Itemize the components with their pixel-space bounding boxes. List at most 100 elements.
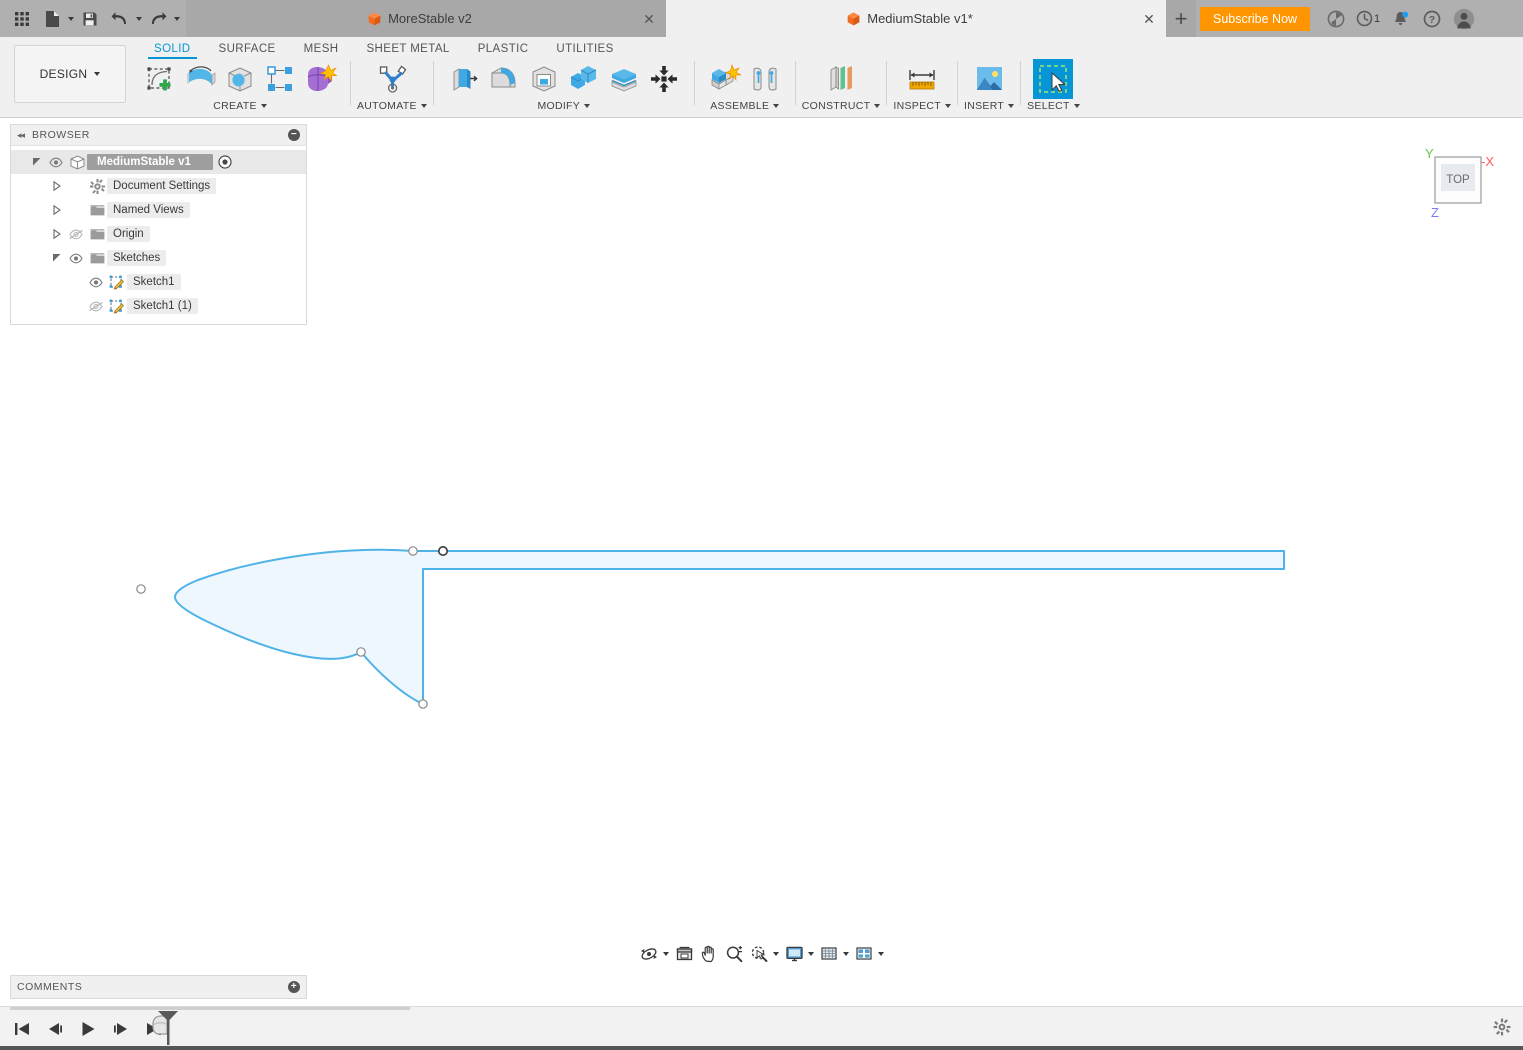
panel-automate-label[interactable]: AUTOMATE: [357, 100, 427, 112]
document-tab-mediumstable[interactable]: MediumStable v1* ✕: [666, 0, 1166, 37]
sketch-point-upper-b[interactable]: [437, 545, 448, 556]
joint-icon[interactable]: [745, 59, 785, 99]
automate-generative-icon[interactable]: [372, 59, 412, 99]
visibility-eye-icon[interactable]: [85, 277, 107, 288]
sketch-point-bottom[interactable]: [418, 699, 428, 709]
browser-tree-item-sketch1-1[interactable]: Sketch1 (1): [11, 294, 306, 318]
orbit-icon[interactable]: [637, 941, 672, 967]
avatar[interactable]: [1448, 0, 1480, 37]
offset-plane-icon[interactable]: [821, 59, 861, 99]
help-icon[interactable]: ?: [1416, 0, 1448, 37]
sketch-point-mid-lower[interactable]: [356, 647, 366, 657]
zoom-icon[interactable]: [722, 941, 747, 967]
split-face-icon[interactable]: [604, 59, 644, 99]
visibility-eye-hidden-icon[interactable]: [65, 229, 87, 240]
tab-solid[interactable]: SOLID: [140, 41, 205, 59]
browser-tree-item-mediumstable-v1[interactable]: MediumStable v1: [11, 150, 306, 174]
job-status-icon[interactable]: [1320, 0, 1352, 37]
timeline-step-forward-button[interactable]: [109, 1016, 133, 1042]
panel-construct-label[interactable]: CONSTRUCT: [802, 100, 881, 112]
display-settings-icon[interactable]: [782, 941, 817, 967]
add-comment-button[interactable]: +: [288, 981, 300, 993]
sketch-point-upper-a[interactable]: [408, 546, 418, 556]
timeline-play-button[interactable]: [76, 1016, 100, 1042]
browser-tree-item-document-settings[interactable]: Document Settings: [11, 174, 306, 198]
zoom-window-icon[interactable]: [747, 941, 782, 967]
combine-icon[interactable]: [564, 59, 604, 99]
close-icon[interactable]: ✕: [642, 12, 656, 26]
document-icon: [368, 12, 381, 26]
browser-tree-item-named-views[interactable]: Named Views: [11, 198, 306, 222]
visibility-eye-icon[interactable]: [65, 253, 87, 264]
revolve-icon[interactable]: [220, 59, 260, 99]
pan-icon[interactable]: [697, 941, 722, 967]
panel-select-label[interactable]: SELECT: [1027, 100, 1080, 112]
fillet-icon[interactable]: [484, 59, 524, 99]
browser-tree-item-origin[interactable]: Origin: [11, 222, 306, 246]
timeline-settings-icon[interactable]: [1493, 1018, 1511, 1041]
press-pull-icon[interactable]: [444, 59, 484, 99]
panel-assemble-label[interactable]: ASSEMBLE: [710, 100, 780, 112]
timeline-step-back-button[interactable]: [43, 1016, 67, 1042]
app-grid-icon[interactable]: [8, 4, 36, 34]
timeline-track[interactable]: [10, 1007, 410, 1010]
visibility-eye-icon[interactable]: [45, 157, 67, 168]
browser-minimize-button[interactable]: −: [288, 129, 300, 141]
close-icon[interactable]: ✕: [1142, 12, 1156, 26]
browser-tree-item-sketch1[interactable]: Sketch1: [11, 270, 306, 294]
file-menu-button[interactable]: [38, 4, 74, 34]
expander-collapsed-icon[interactable]: [49, 181, 65, 191]
undo-button[interactable]: [106, 4, 142, 34]
workspace-tab-strip: SOLID SURFACE MESH SHEET METAL PLASTIC U…: [140, 41, 628, 59]
panel-insert-label[interactable]: INSERT: [964, 100, 1015, 112]
browser-tree-item-sketches[interactable]: Sketches: [11, 246, 306, 270]
tab-utilities[interactable]: UTILITIES: [542, 41, 627, 59]
create-mesh-icon[interactable]: [300, 59, 340, 99]
grid-snap-icon[interactable]: [817, 941, 852, 967]
tab-surface[interactable]: SURFACE: [205, 41, 290, 59]
panel-create-label[interactable]: CREATE: [213, 100, 267, 112]
collapse-icon[interactable]: ◂◂: [17, 130, 25, 141]
activate-component-radio[interactable]: [217, 154, 233, 170]
expander-expanded-icon[interactable]: [29, 157, 45, 167]
expander-collapsed-icon[interactable]: [49, 229, 65, 239]
file-icon: [38, 4, 66, 34]
select-window-icon[interactable]: [1033, 59, 1074, 99]
fit-view-icon[interactable]: [672, 941, 697, 967]
tab-mesh[interactable]: MESH: [290, 41, 353, 59]
workspace-selector-button[interactable]: DESIGN: [14, 45, 126, 103]
pattern-icon[interactable]: [260, 59, 300, 99]
view-cube[interactable]: Y -X Z TOP: [1417, 144, 1501, 222]
notifications-icon[interactable]: [1384, 0, 1416, 37]
expander-collapsed-icon[interactable]: [49, 205, 65, 215]
recent-documents-button[interactable]: 1: [1352, 0, 1384, 37]
redo-button[interactable]: [144, 4, 180, 34]
tab-sheet-metal[interactable]: SHEET METAL: [352, 41, 463, 59]
browser-tree-item-label: Origin: [107, 226, 150, 242]
subscribe-now-button[interactable]: Subscribe Now: [1200, 6, 1311, 31]
measure-icon[interactable]: [902, 59, 942, 99]
move-copy-icon[interactable]: [644, 59, 684, 99]
timeline-marker-handle[interactable]: [156, 1009, 180, 1050]
shell-icon[interactable]: [524, 59, 564, 99]
chevron-down-icon: [842, 952, 849, 956]
insert-image-icon[interactable]: [969, 59, 1009, 99]
chevron-down-icon: [136, 16, 142, 21]
new-tab-button[interactable]: +: [1166, 0, 1196, 37]
undo-icon: [106, 4, 134, 34]
create-sketch-icon[interactable]: [140, 59, 180, 99]
tab-plastic[interactable]: PLASTIC: [464, 41, 543, 59]
panel-inspect-label[interactable]: INSPECT: [893, 100, 951, 112]
chevron-down-icon: [662, 952, 669, 956]
expander-expanded-icon[interactable]: [49, 253, 65, 263]
comments-title: COMMENTS: [17, 981, 83, 993]
document-tab-morestable[interactable]: MoreStable v2 ✕: [186, 0, 666, 37]
sketch-point-left[interactable]: [136, 584, 146, 594]
panel-modify-label[interactable]: MODIFY: [537, 100, 591, 112]
create-form-icon[interactable]: [180, 59, 220, 99]
timeline-go-start-button[interactable]: [10, 1016, 34, 1042]
new-component-icon[interactable]: [705, 59, 745, 99]
visibility-eye-hidden-icon[interactable]: [85, 301, 107, 312]
save-icon[interactable]: [76, 4, 104, 34]
viewports-icon[interactable]: [852, 941, 887, 967]
